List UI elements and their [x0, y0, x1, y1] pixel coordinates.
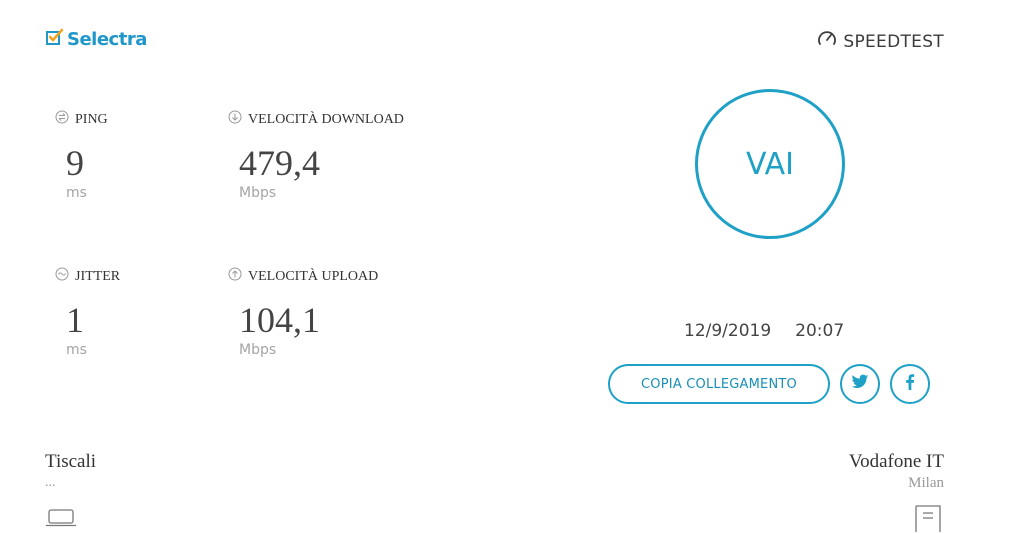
facebook-icon — [905, 373, 915, 395]
jitter-metric: JITTER 1 ms — [55, 267, 120, 358]
result-time: 20:07 — [795, 321, 845, 341]
server-location: Milan — [908, 475, 944, 491]
upload-unit: Mbps — [239, 342, 277, 358]
speedtest-brand[interactable]: SPEEDTEST — [817, 29, 944, 54]
copy-link-button[interactable]: COPIA COLLEGAMENTO — [608, 364, 830, 404]
twitter-icon — [851, 374, 869, 395]
speedtest-page: Selectra SPEEDTEST PING 9 ms VELOCITÀ DO… — [0, 0, 1032, 533]
jitter-icon — [55, 267, 69, 286]
download-icon — [228, 110, 242, 129]
checkbox-logo-icon — [46, 28, 64, 51]
ping-unit: ms — [66, 185, 87, 201]
download-metric: VELOCITÀ DOWNLOAD 479,4 Mbps — [228, 110, 404, 201]
upload-icon — [228, 267, 242, 286]
result-date: 12/9/2019 — [684, 321, 772, 341]
upload-metric: VELOCITÀ UPLOAD 104,1 Mbps — [228, 267, 378, 358]
jitter-label: JITTER — [75, 268, 121, 284]
ping-value: 9 — [66, 143, 84, 183]
go-button[interactable]: VAI — [695, 89, 845, 239]
ping-icon — [55, 110, 69, 129]
server-name: Vodafone IT — [848, 451, 944, 472]
download-value: 479,4 — [239, 143, 320, 183]
download-unit: Mbps — [239, 185, 277, 201]
selectra-logo[interactable]: Selectra — [46, 28, 147, 51]
isp-info: Tiscali ... — [45, 451, 96, 491]
isp-name: Tiscali — [45, 451, 97, 472]
twitter-share-button[interactable] — [840, 364, 880, 404]
laptop-icon — [45, 508, 77, 533]
gauge-icon — [817, 29, 837, 54]
jitter-value: 1 — [66, 300, 84, 340]
jitter-unit: ms — [66, 342, 87, 358]
logo-text: Selectra — [67, 29, 147, 50]
ping-label: PING — [75, 111, 108, 127]
server-icon — [914, 504, 944, 533]
facebook-share-button[interactable] — [890, 364, 930, 404]
server-info[interactable]: Vodafone IT Milan — [849, 451, 944, 492]
ping-metric: PING 9 ms — [55, 110, 108, 201]
upload-label: VELOCITÀ UPLOAD — [248, 268, 379, 284]
result-datetime: 12/9/2019 20:07 — [684, 321, 844, 341]
download-label: VELOCITÀ DOWNLOAD — [248, 111, 404, 127]
upload-value: 104,1 — [239, 300, 320, 340]
speedtest-text: SPEEDTEST — [843, 31, 944, 52]
isp-ip: ... — [45, 475, 56, 490]
